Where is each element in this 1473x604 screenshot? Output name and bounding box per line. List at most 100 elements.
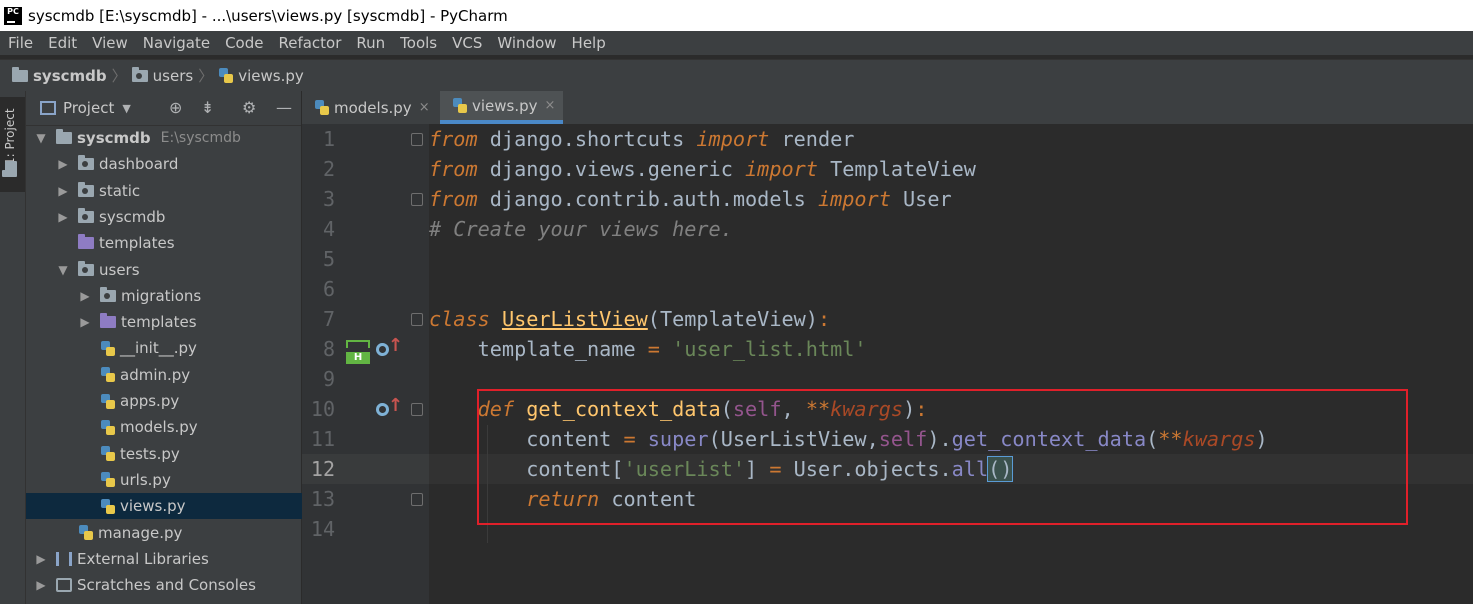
project-panel-header: Project ▼ ⊕ ⇟ ⚙ — — [26, 91, 301, 126]
tree-item-label: External Libraries — [77, 549, 209, 568]
tree-item[interactable]: ▶ External Libraries — [26, 546, 309, 572]
scratches-icon — [56, 578, 72, 593]
code-token: UserListView — [501, 307, 648, 331]
overrides-arrow-icon[interactable]: ↑ — [388, 335, 403, 356]
tree-item[interactable]: templates — [26, 230, 331, 256]
python-file-icon — [100, 498, 116, 515]
python-file-icon — [78, 524, 94, 541]
menu-edit[interactable]: Edit — [48, 34, 77, 52]
code-token: from — [429, 157, 478, 181]
editor-tab-bar: models.py × views.py × — [302, 91, 1473, 125]
tree-item[interactable]: ▶ Scratches and Consoles — [26, 572, 309, 598]
tree-item-label: __init__.py — [120, 339, 197, 358]
menu-vcs[interactable]: VCS — [452, 34, 482, 52]
tree-item-label: users — [99, 260, 140, 279]
breadcrumb-folder[interactable]: users — [153, 67, 194, 85]
gear-icon[interactable]: ⚙ — [242, 98, 256, 117]
menu-navigate[interactable]: Navigate — [143, 34, 210, 52]
menu-tools[interactable]: Tools — [400, 34, 437, 52]
code-token: from — [429, 127, 478, 151]
folder-icon — [5, 161, 17, 177]
package-folder-icon — [100, 286, 116, 302]
code-line: from django.contrib.auth.models import U… — [429, 184, 952, 214]
menu-run[interactable]: Run — [356, 34, 385, 52]
fold-marker-icon[interactable] — [411, 133, 423, 146]
tree-item-label: templates — [99, 234, 175, 253]
package-folder-icon — [78, 181, 94, 197]
tree-item-label: urls.py — [120, 470, 171, 489]
menu-refactor[interactable]: Refactor — [278, 34, 341, 52]
code-token: django.shortcuts — [477, 127, 697, 151]
line-number: 13 — [310, 487, 335, 511]
expand-right-icon[interactable]: ▶ — [34, 552, 48, 566]
close-icon[interactable]: × — [545, 98, 556, 113]
expand-right-icon[interactable]: ▶ — [34, 578, 48, 592]
code-token: django.contrib.auth.models — [477, 187, 818, 211]
code-token: User — [890, 187, 952, 211]
python-file-icon — [218, 67, 234, 84]
hide-panel-icon[interactable]: — — [276, 98, 292, 117]
chevron-down-icon[interactable]: ▼ — [122, 102, 130, 115]
expand-right-icon[interactable]: ▶ — [78, 315, 92, 329]
pycharm-app-icon: PC — [4, 6, 22, 25]
package-folder-icon — [78, 155, 94, 171]
close-icon[interactable]: × — [419, 100, 430, 115]
html-template-icon[interactable]: H — [346, 340, 370, 364]
tab-views-py[interactable]: views.py × — [440, 91, 563, 124]
code-token: render — [769, 127, 855, 151]
tree-item[interactable]: ▼ users — [26, 257, 331, 283]
tree-item[interactable]: ▶ static — [26, 178, 331, 204]
line-number: 3 — [322, 187, 335, 211]
left-tool-strip: 1: Project — [0, 91, 26, 604]
tab-models-py[interactable]: models.py × — [302, 91, 435, 124]
breadcrumb-separator: 〉 — [111, 67, 127, 85]
line-number: 6 — [322, 277, 335, 301]
expand-down-icon[interactable]: ▼ — [34, 131, 48, 145]
project-view-icon — [40, 101, 56, 115]
tree-item-label: views.py — [120, 497, 186, 516]
line-number: 11 — [310, 427, 335, 451]
menu-code[interactable]: Code — [225, 34, 263, 52]
code-editor[interactable]: 1 2 3 4 5 6 7 8 9 10 11 12 13 14 H ↑ ↑ from django.sh… — [302, 124, 1473, 604]
python-file-icon — [100, 419, 116, 436]
locate-file-icon[interactable]: ⊕ — [169, 98, 182, 117]
tree-item[interactable]: ▼ syscmdb E:\syscmdb — [26, 125, 309, 151]
python-file-icon — [100, 471, 116, 488]
breadcrumb-file[interactable]: views.py — [238, 67, 304, 85]
template-folder-icon — [100, 313, 116, 329]
project-view-selector[interactable]: Project — [63, 99, 114, 117]
tab-label: views.py — [472, 96, 538, 115]
expand-right-icon[interactable]: ▶ — [56, 210, 70, 224]
breadcrumb-separator: 〉 — [198, 67, 214, 85]
fold-marker-icon[interactable] — [411, 313, 423, 326]
folder-icon — [56, 129, 72, 144]
menu-window[interactable]: Window — [497, 34, 556, 52]
breadcrumb-project[interactable]: syscmdb — [33, 67, 107, 85]
menu-file[interactable]: File — [8, 34, 33, 52]
code-token: import — [817, 187, 891, 211]
tree-item-label: admin.py — [120, 365, 191, 384]
fold-marker-icon[interactable] — [411, 493, 423, 506]
tree-item[interactable]: ▶ dashboard — [26, 151, 331, 177]
project-tool-tab[interactable]: 1: Project — [0, 97, 25, 192]
menu-view[interactable]: View — [92, 34, 128, 52]
expand-right-icon[interactable]: ▶ — [56, 157, 70, 171]
line-number: 8 — [322, 337, 335, 361]
tree-item[interactable]: manage.py — [26, 520, 331, 546]
expand-down-icon[interactable]: ▼ — [56, 263, 70, 277]
python-file-icon — [100, 366, 116, 383]
tree-item-label: templates — [121, 313, 197, 332]
expand-right-icon[interactable]: ▶ — [56, 184, 70, 198]
menu-help[interactable]: Help — [572, 34, 606, 52]
code-token: 'user_list.html' — [672, 337, 867, 361]
tree-item-label: syscmdb — [77, 129, 151, 147]
fold-marker-icon[interactable] — [411, 403, 423, 416]
tree-item[interactable]: ▶ syscmdb — [26, 204, 331, 230]
folder-icon — [131, 66, 148, 82]
expand-right-icon[interactable]: ▶ — [78, 289, 92, 303]
fold-marker-icon[interactable] — [411, 193, 423, 206]
collapse-all-icon[interactable]: ⇟ — [201, 98, 214, 117]
overrides-arrow-icon[interactable]: ↑ — [388, 395, 403, 416]
navigation-breadcrumb: syscmdb 〉 users 〉 views.py — [0, 59, 1473, 92]
